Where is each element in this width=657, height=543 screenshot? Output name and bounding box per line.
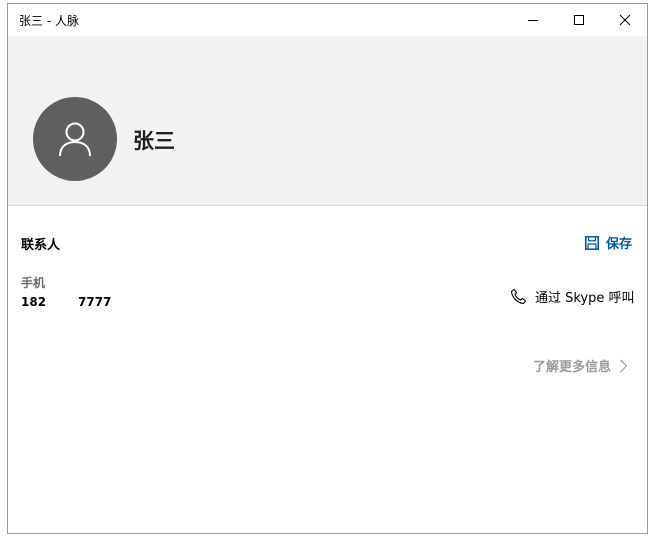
learn-more-label: 了解更多信息 — [533, 360, 612, 375]
skype-call-label: 通过 Skype 呼叫 — [535, 291, 635, 306]
contact-name: 张三 — [133, 129, 175, 153]
maximize-button[interactable] — [556, 4, 602, 36]
minimize-icon — [528, 20, 538, 21]
window-title: 张三 - 人脉 — [19, 14, 79, 28]
phone-value-part1: 182 — [21, 295, 47, 309]
skype-call-button[interactable]: 通过 Skype 呼叫 — [510, 287, 635, 306]
avatar[interactable] — [33, 97, 117, 181]
section-title: 联系人 — [21, 238, 61, 253]
minimize-button[interactable] — [510, 4, 556, 36]
phone-icon — [510, 288, 527, 305]
contact-header: 张三 — [8, 36, 647, 206]
person-icon — [59, 122, 91, 157]
maximize-icon — [574, 15, 584, 25]
save-button[interactable]: 保存 — [585, 233, 632, 252]
phone-value-part2: 7777 — [78, 295, 112, 309]
phone-value[interactable]: 182 7777 — [21, 295, 111, 309]
title-bar: 张三 - 人脉 — [8, 4, 647, 36]
save-icon — [585, 235, 599, 250]
phone-label: 手机 — [21, 276, 46, 290]
learn-more-link[interactable]: 了解更多信息 — [533, 356, 628, 375]
chevron-right-icon — [620, 359, 628, 372]
close-button[interactable] — [602, 4, 648, 36]
close-icon — [619, 14, 631, 26]
save-label: 保存 — [606, 237, 633, 252]
app-window: 张三 - 人脉 张三 联系人 保存 手机 182 7777 通过 Skype 呼… — [7, 3, 648, 534]
